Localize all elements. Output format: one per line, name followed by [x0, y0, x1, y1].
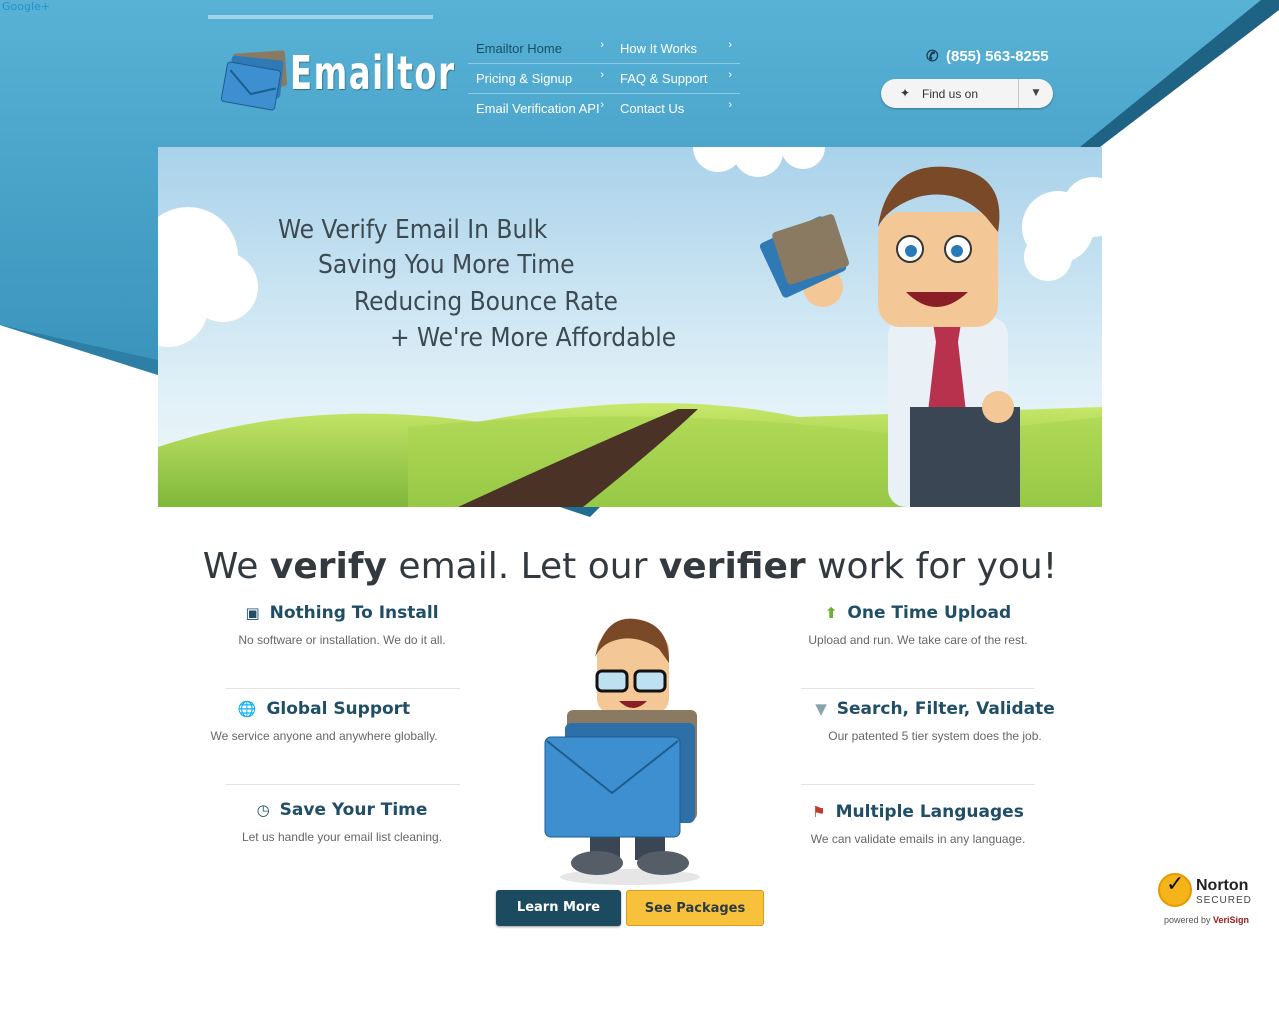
upload-arrow-icon: ⬆: [824, 604, 838, 622]
nav-item-label: Email Verification API: [476, 101, 600, 116]
flag-icon: ⚑: [812, 803, 826, 821]
feature-title: ⬆ One Time Upload: [790, 603, 1046, 623]
nav-item-contact-us[interactable]: Contact Us ›: [612, 93, 740, 123]
nav-item-label: Pricing & Signup: [476, 71, 573, 86]
chevron-right-icon: ›: [600, 99, 604, 111]
feature-title-text: Multiple Languages: [835, 802, 1024, 822]
chevron-right-icon: ›: [600, 39, 604, 51]
nav-item-email-verification-api[interactable]: Email Verification API ›: [468, 93, 612, 123]
chevron-right-icon: ›: [600, 69, 604, 81]
logo[interactable]: Emailtor: [220, 44, 454, 112]
powered-prefix: powered by: [1164, 915, 1214, 925]
box-icon: ▣: [245, 604, 260, 622]
feature-title: ▼ Search, Filter, Validate: [810, 699, 1060, 719]
nav-item-emailtor-home[interactable]: Emailtor Home ›: [468, 33, 612, 64]
hero-line-2: Saving You More Time: [318, 250, 575, 280]
see-packages-button[interactable]: See Packages: [626, 890, 764, 926]
feature-title-text: Save Your Time: [279, 800, 428, 820]
chevron-right-icon: ›: [728, 39, 732, 51]
checkmark-icon: ✓: [1166, 872, 1185, 897]
globe-icon: 🌐: [237, 700, 257, 718]
learn-more-button[interactable]: Learn More: [496, 890, 621, 926]
norton-powered-by: powered by VeriSign: [1164, 915, 1249, 925]
nav-item-label: Emailtor Home: [476, 41, 562, 56]
bird-icon: ✦: [900, 86, 911, 100]
divider: [801, 784, 1035, 785]
tagline: We verify email. Let our verifier work f…: [0, 546, 1260, 587]
feature-desc: We service anyone and anywhere globally.: [210, 729, 438, 743]
phone-icon: ✆: [926, 48, 939, 65]
google-plus-link[interactable]: Google+: [2, 0, 50, 13]
hero-line-1: We Verify Email In Bulk: [278, 215, 548, 245]
tagline-part-3: work for you!: [805, 546, 1058, 587]
chevron-right-icon: ›: [728, 69, 732, 81]
feature-desc: We can validate emails in any language.: [810, 832, 1026, 846]
feature-desc: Upload and run. We take care of the rest…: [808, 633, 1028, 647]
feature-title: 🌐 Global Support: [190, 699, 458, 719]
top-accent-bar: [208, 15, 433, 19]
feature-title-text: One Time Upload: [847, 603, 1012, 623]
chevron-right-icon: ›: [728, 99, 732, 111]
feature-multiple-languages: ⚑ Multiple Languages We can validate emai…: [790, 802, 1046, 846]
feature-desc: Our patented 5 tier system does the job.: [828, 729, 1042, 743]
feature-one-time-upload: ⬆ One Time Upload Upload and run. We take…: [790, 603, 1046, 647]
feature-save-your-time: ◷ Save Your Time Let us handle your email…: [206, 800, 478, 844]
hero-line-4: + We're More Affordable: [390, 323, 677, 353]
feature-title-text: Nothing To Install: [269, 603, 439, 623]
feature-nothing-to-install: ▣ Nothing To Install No software or insta…: [206, 603, 478, 647]
hero-banner: We Verify Email In Bulk Saving You More …: [158, 147, 1102, 507]
nav-item-label: FAQ & Support: [620, 71, 708, 86]
brand-name: Emailtor: [290, 46, 456, 100]
nav-item-faq-support[interactable]: FAQ & Support ›: [612, 63, 740, 94]
norton-secured-badge[interactable]: ✓ Norton SECURED powered by VeriSign: [1156, 870, 1262, 930]
norton-secured-label: SECURED: [1196, 895, 1252, 906]
feature-title: ⚑ Multiple Languages: [790, 802, 1046, 822]
feature-title: ◷ Save Your Time: [206, 800, 478, 820]
feature-desc: Let us handle your email list cleaning.: [241, 830, 443, 844]
find-us-label: Find us on: [922, 87, 979, 101]
chevron-down-icon[interactable]: ▼: [1019, 79, 1053, 108]
envelope-stack-icon: [220, 50, 287, 111]
phone-number[interactable]: ✆ (855) 563-8255: [926, 47, 1049, 65]
find-us-button[interactable]: ✦ Find us on: [881, 79, 1019, 108]
powered-by-brand: VeriSign: [1213, 915, 1250, 925]
tagline-part-1: We: [202, 546, 270, 587]
divider: [226, 784, 460, 785]
tagline-bold-1: verify: [269, 546, 387, 587]
feature-title-text: Global Support: [266, 699, 411, 719]
nav-item-pricing-signup[interactable]: Pricing & Signup ›: [468, 63, 612, 94]
mascot-illustration: [544, 618, 700, 885]
find-us-dropdown: ✦ Find us on ▼: [881, 79, 1053, 108]
feature-title: ▣ Nothing To Install: [206, 603, 478, 623]
feature-search-filter-validate: ▼ Search, Filter, Validate Our patented 5…: [810, 699, 1060, 743]
funnel-icon: ▼: [815, 700, 827, 718]
divider: [801, 688, 1035, 689]
phone-number-text: (855) 563-8255: [946, 48, 1049, 65]
clock-icon: ◷: [256, 801, 270, 819]
feature-desc: No software or installation. We do it al…: [238, 633, 446, 647]
feature-global-support: 🌐 Global Support We service anyone and an…: [190, 699, 458, 743]
nav-item-label: Contact Us: [620, 101, 685, 116]
nav-item-how-it-works[interactable]: How It Works ›: [612, 33, 740, 64]
feature-title-text: Search, Filter, Validate: [836, 699, 1055, 719]
nav-item-label: How It Works: [620, 41, 698, 56]
divider: [226, 688, 460, 689]
tagline-bold-2: verifier: [658, 546, 806, 587]
hero-line-3: Reducing Bounce Rate: [354, 287, 618, 317]
tagline-part-2: email. Let our: [386, 546, 659, 587]
norton-brand: Norton: [1196, 877, 1249, 894]
